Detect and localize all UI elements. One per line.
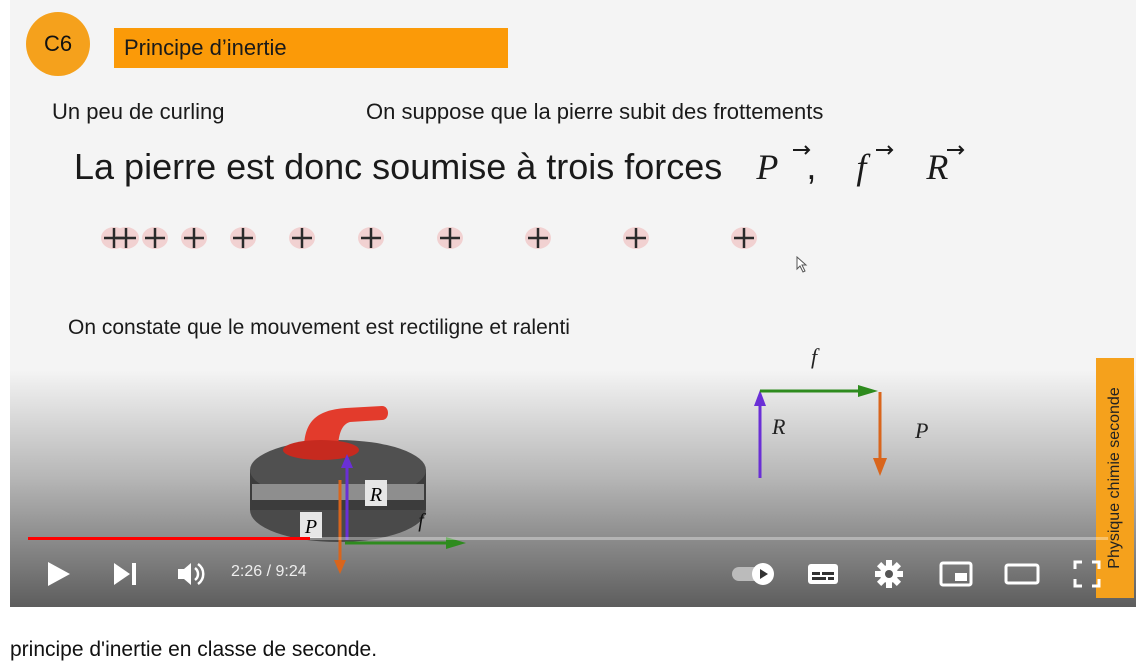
progress-played <box>28 537 310 540</box>
video-caption: principe d'inertie en classe de seconde. <box>10 638 378 661</box>
settings-icon[interactable] <box>874 559 904 589</box>
stone-force-arrows <box>334 385 887 574</box>
diagram-label-f: f <box>811 344 818 369</box>
diagram-label-P: P <box>915 418 929 443</box>
video-player[interactable]: C6 Principe d’inertie Un peu de curling … <box>10 0 1136 607</box>
side-tab-text: Physique chimie seconde <box>1106 387 1123 569</box>
fullscreen-icon[interactable] <box>1072 559 1102 589</box>
next-icon[interactable] <box>112 561 138 587</box>
subtitles-icon[interactable] <box>806 561 840 587</box>
stone-label-R: R <box>365 480 387 506</box>
miniplayer-icon[interactable] <box>939 561 973 587</box>
volume-icon[interactable] <box>176 560 206 588</box>
play-icon[interactable] <box>46 560 72 588</box>
stone-label-f: f <box>418 510 424 532</box>
diagram-label-R: R <box>772 414 786 439</box>
stone-label-P: P <box>300 512 322 538</box>
autoplay-toggle-icon[interactable] <box>730 561 780 587</box>
time-display: 2:26 / 9:24 <box>231 563 307 580</box>
theater-icon[interactable] <box>1004 563 1040 585</box>
